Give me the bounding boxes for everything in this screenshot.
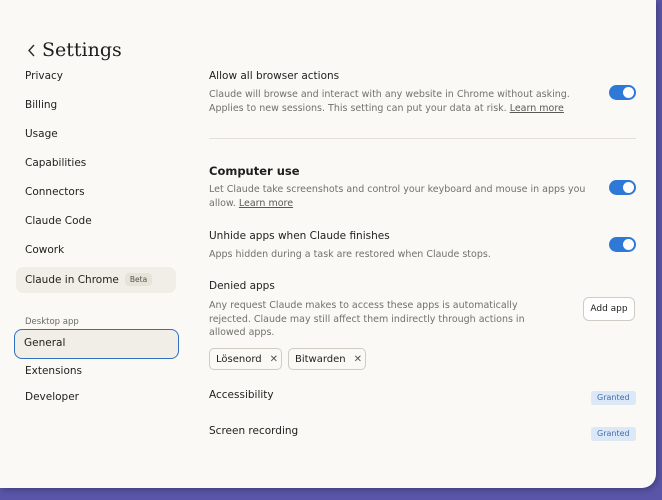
accessibility-status-badge: Granted bbox=[591, 391, 636, 405]
sidebar-item-cowork[interactable]: Cowork bbox=[16, 237, 176, 263]
denied-app-chip: Lösenord ✕ bbox=[209, 348, 282, 370]
section-divider bbox=[209, 138, 636, 139]
computer-use-learn-more-link[interactable]: Learn more bbox=[239, 198, 293, 209]
screen-recording-label: Screen recording bbox=[209, 425, 299, 437]
sidebar-item-privacy[interactable]: Privacy bbox=[16, 63, 176, 89]
unhide-apps-toggle[interactable] bbox=[609, 237, 636, 252]
sidebar-item-label: Usage bbox=[25, 128, 58, 140]
screen-recording-status-badge: Granted bbox=[591, 427, 636, 441]
sidebar-item-claude-in-chrome[interactable]: Claude in Chrome Beta bbox=[16, 267, 176, 293]
browser-actions-learn-more-link[interactable]: Learn more bbox=[510, 103, 564, 114]
settings-header: Settings bbox=[24, 38, 122, 62]
sidebar-item-usage[interactable]: Usage bbox=[16, 121, 176, 147]
unhide-apps-label: Unhide apps when Claude finishes bbox=[209, 230, 390, 242]
denied-app-name: Bitwarden bbox=[295, 353, 346, 365]
sidebar-item-label: Connectors bbox=[25, 186, 85, 198]
sidebar-item-label: Privacy bbox=[25, 70, 64, 82]
computer-use-heading: Computer use bbox=[209, 164, 300, 178]
sidebar-item-label: Developer bbox=[25, 391, 80, 403]
browser-actions-toggle[interactable] bbox=[609, 85, 636, 100]
denied-apps-description: Any request Claude makes to access these… bbox=[209, 300, 525, 338]
sidebar-item-label: Cowork bbox=[25, 244, 65, 256]
sidebar-item-connectors[interactable]: Connectors bbox=[16, 179, 176, 205]
sidebar-item-capabilities[interactable]: Capabilities bbox=[16, 150, 176, 176]
sidebar-item-claude-code[interactable]: Claude Code bbox=[16, 208, 176, 234]
page-title: Settings bbox=[42, 39, 122, 61]
denied-apps-label: Denied apps bbox=[209, 280, 275, 292]
sidebar-item-label: Capabilities bbox=[25, 157, 87, 169]
sidebar-item-extensions[interactable]: Extensions bbox=[16, 358, 176, 384]
add-app-button[interactable]: Add app bbox=[583, 297, 635, 321]
section-label-desktop-app: Desktop app bbox=[25, 317, 79, 327]
sidebar-item-label: Extensions bbox=[25, 365, 83, 377]
back-chevron-icon[interactable] bbox=[24, 38, 38, 62]
sidebar-item-label: Claude in Chrome bbox=[25, 274, 119, 286]
sidebar-item-label: Billing bbox=[25, 99, 58, 111]
sidebar-item-billing[interactable]: Billing bbox=[16, 92, 176, 118]
sidebar-item-general[interactable]: General bbox=[14, 329, 179, 359]
unhide-apps-description: Apps hidden during a task are restored w… bbox=[209, 249, 491, 260]
denied-app-chip: Bitwarden ✕ bbox=[288, 348, 366, 370]
sidebar-item-label: Claude Code bbox=[25, 215, 92, 227]
sidebar-item-developer[interactable]: Developer bbox=[16, 384, 176, 410]
sidebar-item-label: General bbox=[24, 337, 66, 349]
denied-app-name: Lösenord bbox=[216, 353, 262, 365]
accessibility-label: Accessibility bbox=[209, 389, 274, 401]
browser-actions-description: Claude will browse and interact with any… bbox=[209, 88, 589, 115]
computer-use-toggle[interactable] bbox=[609, 180, 636, 195]
remove-app-icon[interactable]: ✕ bbox=[270, 354, 278, 365]
computer-use-description: Let Claude take screenshots and control … bbox=[209, 183, 589, 210]
beta-badge: Beta bbox=[124, 273, 153, 286]
browser-actions-label: Allow all browser actions bbox=[209, 70, 340, 82]
settings-window: Settings Privacy Billing Usage Capabilit… bbox=[0, 0, 656, 488]
remove-app-icon[interactable]: ✕ bbox=[354, 354, 362, 365]
